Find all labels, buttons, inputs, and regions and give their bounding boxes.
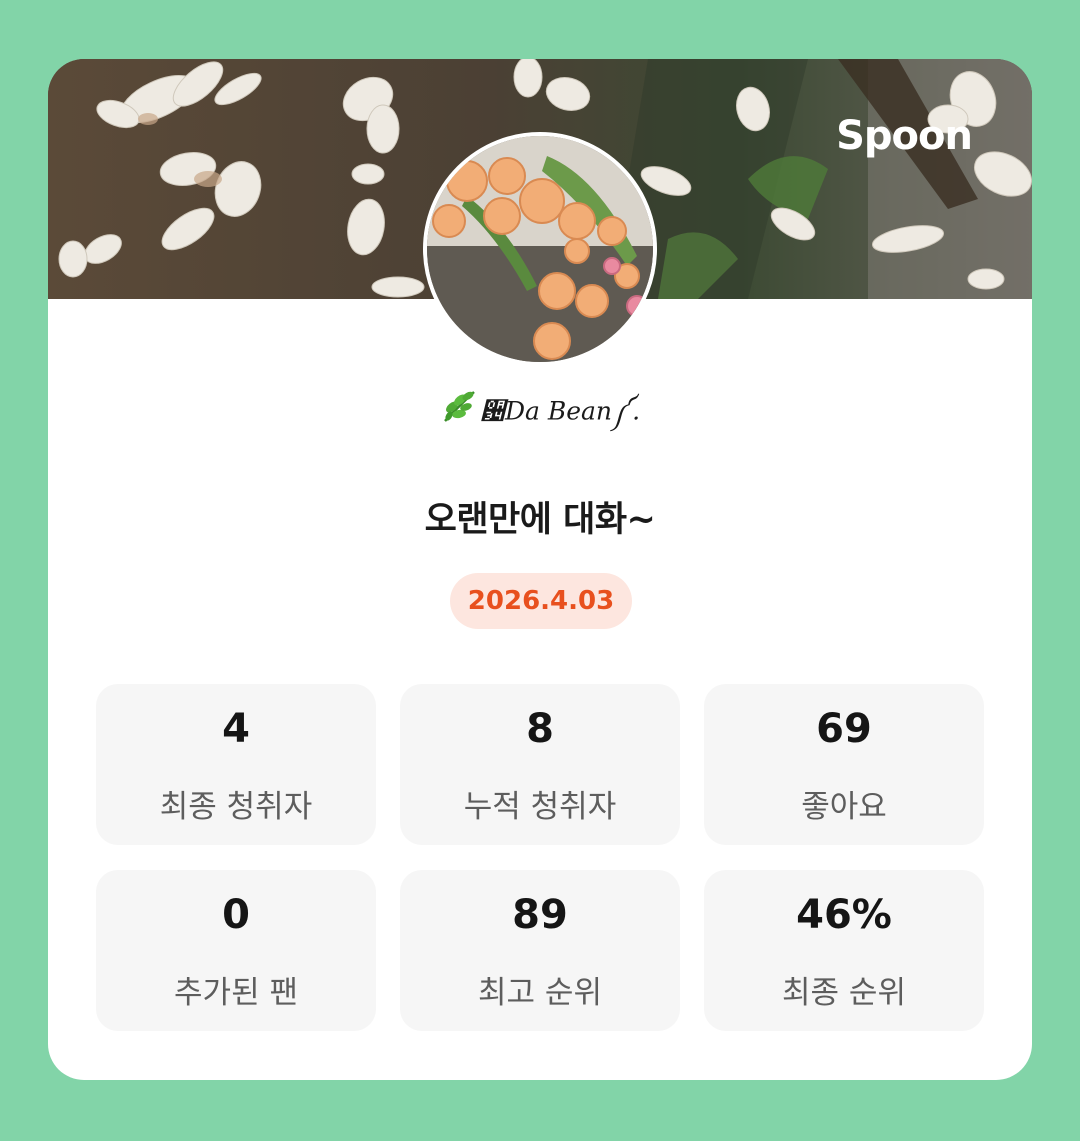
herb-icon [440,387,478,436]
live-title: 오랜만에 대화~ [424,500,656,540]
stat-highest-rank: 89 최고 순위 [400,870,680,1031]
stat-label: 최종 순위 [782,975,906,1011]
stats-grid: 4 최종 청취자 8 누적 청취자 69 좋아요 0 추가된 팬 89 최고 순… [96,684,984,1031]
stat-value: 4 [222,706,250,752]
stat-final-rank: 46% 최종 순위 [704,870,984,1031]
stat-label: 추가된 팬 [174,975,298,1011]
date-badge: 2026.4.03 [450,573,632,629]
stat-value: 8 [526,706,554,752]
stat-label: 최고 순위 [478,975,602,1011]
stat-new-fans: 0 추가된 팬 [96,870,376,1031]
stat-label: 좋아요 [801,789,887,825]
stat-value: 89 [512,892,568,938]
stat-label: 최종 청취자 [159,789,313,825]
live-summary-card: Spoon [48,59,1032,1080]
stat-value: 69 [816,706,872,752]
stat-value: 46% [796,892,892,938]
stat-value: 0 [222,892,250,938]
roses-photo [427,136,653,362]
stat-total-listeners: 8 누적 청취자 [400,684,680,845]
stat-final-listeners: 4 최종 청취자 [96,684,376,845]
nickname-text: ਴Da Bean༼. [479,396,641,426]
stat-label: 누적 청취자 [463,789,617,825]
stat-likes: 69 좋아요 [704,684,984,845]
avatar [423,132,657,366]
spoon-logo: Spoon [836,113,973,159]
host-nickname: ਴Da Bean༼. [48,387,1032,436]
